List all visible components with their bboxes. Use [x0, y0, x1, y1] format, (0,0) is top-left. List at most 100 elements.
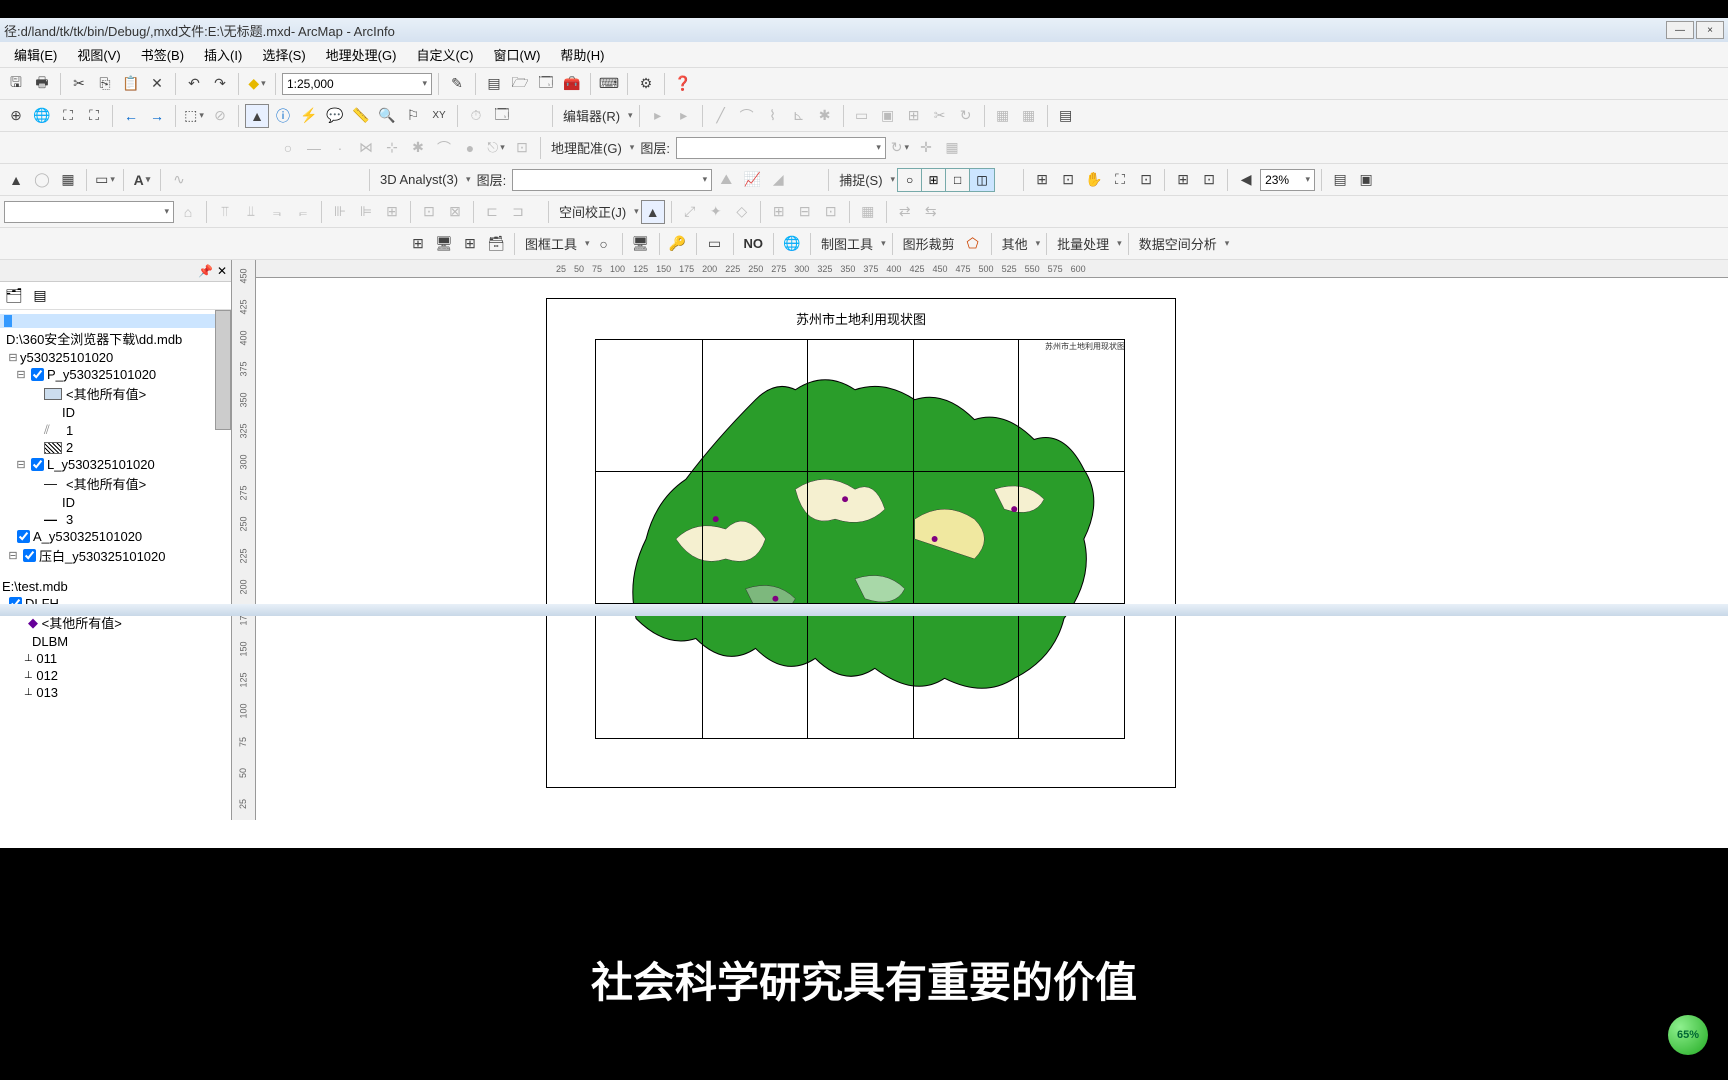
analyst3d-label[interactable]: 3D Analyst(3) — [376, 172, 462, 187]
zoom-combo[interactable]: 23%▾ — [1260, 169, 1315, 191]
layer-a-checkbox[interactable] — [17, 530, 30, 543]
menu-select[interactable]: 选择(S) — [252, 43, 315, 66]
georef-label[interactable]: 地理配准(G) — [547, 138, 626, 157]
print-icon[interactable]: 🖶 — [30, 72, 54, 96]
menu-view[interactable]: 视图(V) — [67, 43, 130, 66]
key-icon[interactable]: 🔑 — [666, 232, 690, 256]
fixed-zoom-icon[interactable]: ⛶ — [82, 104, 106, 128]
goto-xy-icon[interactable]: XY — [427, 104, 451, 128]
spatial-adj-label[interactable]: 空间校正(J) — [555, 202, 630, 221]
menu-help[interactable]: 帮助(H) — [550, 43, 614, 66]
carto-tool-label[interactable]: 制图工具 — [817, 234, 877, 253]
select-elements-icon[interactable]: ▲ — [245, 104, 269, 128]
text-tool-icon[interactable]: A▾ — [130, 168, 154, 192]
list-by-draw-icon[interactable]: 🗂 — [4, 286, 24, 306]
minimize-button[interactable]: — — [1666, 21, 1694, 39]
measure-icon[interactable]: 📏 — [349, 104, 373, 128]
data-frame[interactable] — [595, 339, 1125, 739]
layer-p-checkbox[interactable] — [31, 368, 44, 381]
toc-tree[interactable]: D:\360安全浏览器下载\dd.mdb ⊟y530325101020 ⊟P_y… — [0, 310, 231, 820]
polygon-icon[interactable]: ⬠ — [961, 232, 985, 256]
scale-combo[interactable]: 1:25,000▾ — [282, 73, 432, 95]
list-by-source-icon[interactable]: ▤ — [30, 286, 50, 306]
data-spatial-label[interactable]: 数据空间分析 — [1135, 234, 1221, 253]
close-button[interactable]: × — [1696, 21, 1724, 39]
select-adj-icon[interactable]: ▲ — [641, 200, 665, 224]
monitor2-icon[interactable]: 🖥 — [629, 232, 653, 256]
snap-edge-icon[interactable]: ◫ — [970, 169, 994, 191]
menu-insert[interactable]: 插入(I) — [194, 43, 252, 66]
create-viewer-icon[interactable]: 🗔 — [490, 104, 514, 128]
layout-100-icon[interactable]: ⊡ — [1134, 168, 1158, 192]
grid1-icon[interactable]: ⊞ — [406, 232, 430, 256]
search-window-icon[interactable]: 🗔 — [534, 72, 558, 96]
snap-point-icon[interactable]: ○ — [898, 169, 922, 191]
page-layout[interactable]: 苏州市土地利用现状图 苏州市土地利用现状图 — [546, 298, 1176, 788]
rect-draw-icon[interactable]: ▭▾ — [93, 168, 117, 192]
paste-icon[interactable]: 📋 — [119, 72, 143, 96]
create-features-icon[interactable]: ▤ — [1054, 104, 1078, 128]
pan-icon[interactable]: ✋ — [1082, 168, 1106, 192]
clip-label[interactable]: 图形裁剪 — [899, 234, 959, 253]
globe2-icon[interactable]: 🌐 — [780, 232, 804, 256]
prev-extent-icon[interactable]: ← — [119, 104, 143, 128]
grid2-icon[interactable]: ⊞ — [458, 232, 482, 256]
select-element-icon[interactable]: ▲ — [4, 168, 28, 192]
no-label[interactable]: NO — [740, 236, 768, 251]
frame-tool-label[interactable]: 图框工具 — [521, 234, 581, 253]
layout-view[interactable]: 苏州市土地利用现状图 苏州市土地利用现状图 — [256, 278, 1728, 820]
expand-icon[interactable]: ⊟ — [6, 351, 20, 364]
prev-page-icon[interactable]: ◀ — [1234, 168, 1258, 192]
toc-close-icon[interactable]: ✕ — [217, 264, 227, 278]
editor-label[interactable]: 编辑器(R) — [559, 106, 624, 125]
copy-icon[interactable]: ⎘ — [93, 72, 117, 96]
zoom-in-icon[interactable]: ⊕ — [4, 104, 28, 128]
layout-zoom-icon[interactable]: ⛶ — [1108, 168, 1132, 192]
layers-icon[interactable]: 🗃 — [484, 232, 508, 256]
toc-scrollbar[interactable] — [215, 310, 231, 430]
spatial-combo[interactable]: ▾ — [4, 201, 174, 223]
select-features-icon[interactable]: ⬚▾ — [182, 104, 206, 128]
analyst-layer-combo[interactable]: ▾ — [512, 169, 712, 191]
layer-l-checkbox[interactable] — [31, 458, 44, 471]
layer-blank-checkbox[interactable] — [23, 549, 36, 562]
globe-icon[interactable]: 🌐 — [30, 104, 54, 128]
circle2-icon[interactable]: ○ — [592, 232, 616, 256]
menu-geoproc[interactable]: 地理处理(G) — [316, 43, 407, 66]
rect-sel-icon[interactable]: ▦ — [56, 168, 80, 192]
save-icon[interactable]: 🖫 — [4, 72, 28, 96]
menu-window[interactable]: 窗口(W) — [483, 43, 550, 66]
layout-tool2-icon[interactable]: ⊡ — [1056, 168, 1080, 192]
monitor-icon[interactable]: 🖥 — [432, 232, 456, 256]
editor-toolbar-icon[interactable]: ✎ — [445, 72, 469, 96]
snap-label[interactable]: 捕捉(S) — [835, 170, 886, 189]
find-icon[interactable]: 🔍 — [375, 104, 399, 128]
zoom-page-icon[interactable]: ⊞ — [1171, 168, 1195, 192]
toggle-draft-icon[interactable]: ▤ — [1328, 168, 1352, 192]
pin-icon[interactable]: 📌 — [198, 264, 213, 278]
full-extent-icon[interactable]: ⛶ — [56, 104, 80, 128]
identify-icon[interactable]: ⓘ — [271, 104, 295, 128]
menu-bookmark[interactable]: 书签(B) — [131, 43, 194, 66]
batch-label[interactable]: 批量处理 — [1053, 234, 1113, 253]
other-label[interactable]: 其他 — [998, 234, 1032, 253]
whats-this-icon[interactable]: ❓ — [671, 72, 695, 96]
rect2-icon[interactable]: ▭ — [703, 232, 727, 256]
menu-custom[interactable]: 自定义(C) — [406, 43, 483, 66]
find-route-icon[interactable]: ⚐ — [401, 104, 425, 128]
menu-edit[interactable]: 编辑(E) — [4, 43, 67, 66]
cut-icon[interactable]: ✂ — [67, 72, 91, 96]
zoom-width-icon[interactable]: ⊡ — [1197, 168, 1221, 192]
toc-icon[interactable]: ▤ — [482, 72, 506, 96]
model-builder-icon[interactable]: ⚙ — [634, 72, 658, 96]
next-extent-icon[interactable]: → — [145, 104, 169, 128]
arctoolbox-icon[interactable]: 🧰 — [560, 72, 584, 96]
catalog-icon[interactable]: 🗁 — [508, 72, 532, 96]
layout-tool1-icon[interactable]: ⊞ — [1030, 168, 1054, 192]
snap-end-icon[interactable]: ⊞ — [922, 169, 946, 191]
georef-layer-combo[interactable]: ▾ — [676, 137, 886, 159]
snap-vertex-icon[interactable]: □ — [946, 169, 970, 191]
python-icon[interactable]: ⌨ — [597, 72, 621, 96]
add-data-icon[interactable]: ◆▾ — [245, 72, 269, 96]
focus-frame-icon[interactable]: ▣ — [1354, 168, 1378, 192]
